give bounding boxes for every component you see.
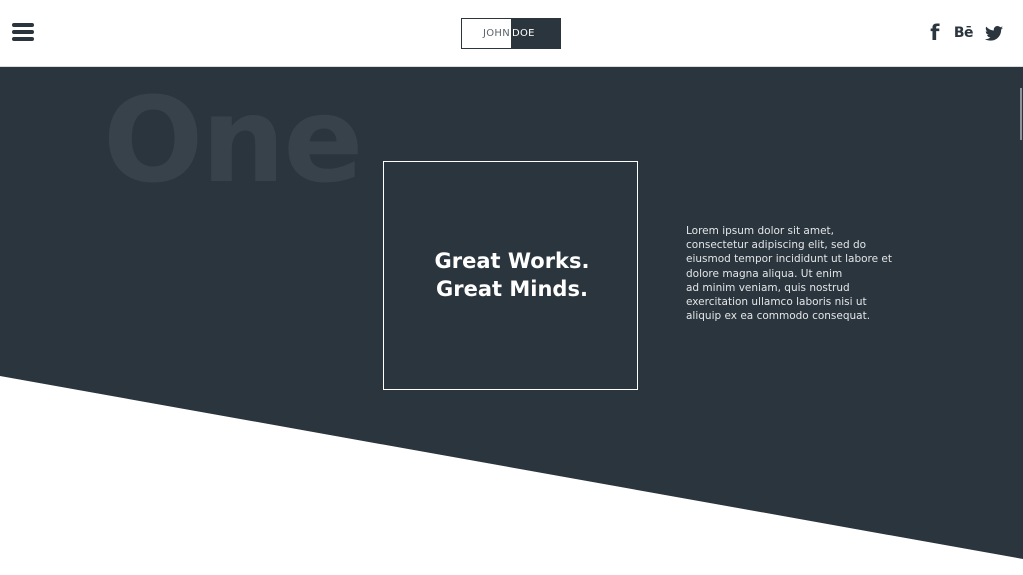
body-line: Lorem ipsum dolor sit amet, [686,225,834,237]
hamburger-menu-icon[interactable] [12,23,34,43]
body-line: ad minim veniam, quis nostrud [686,281,850,294]
site-header: JOHN DOE f Bē [0,0,1023,67]
hero-section: One Great Works. Great Minds. Lorem ipsu… [0,67,1023,575]
headline-line-1: Great Works. [434,249,590,273]
body-line: consectetur adipiscing elit, sed do [686,239,867,252]
page: JOHN DOE f Bē One Great Works. Great Min… [0,0,1023,575]
body-line: eiusmod tempor incididunt ut labore et [686,253,892,266]
behance-icon[interactable]: Bē [954,20,974,46]
twitter-icon[interactable] [985,20,1003,46]
logo[interactable]: JOHN DOE [461,18,561,49]
body-line: exercitation ullamco laboris nisi ut [686,296,867,309]
body-line: dolore magna aliqua. Ut enim [686,267,843,280]
logo-last-name: DOE [511,18,561,49]
headline-line-2: Great Minds. [436,277,588,301]
scrollbar[interactable] [1020,88,1022,140]
facebook-icon[interactable]: f [928,20,942,46]
hero-headline: Great Works. Great Minds. [383,247,641,303]
hero-big-word: One [103,71,363,209]
body-line: aliquip ex ea commodo consequat. [686,310,871,323]
social-links: f Bē [916,20,1003,46]
logo-first-name: JOHN [461,18,511,49]
hero-body-text: Lorem ipsum dolor sit amet, consectetur … [686,224,926,323]
